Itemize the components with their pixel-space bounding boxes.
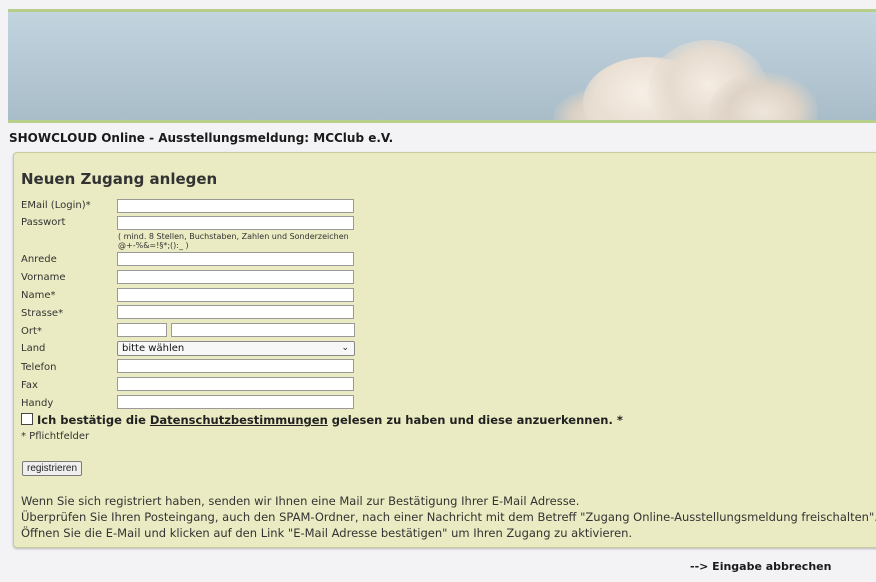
anrede-field[interactable] (117, 252, 354, 266)
password-field[interactable] (117, 216, 354, 230)
vorname-field[interactable] (117, 270, 354, 284)
privacy-policy-link[interactable]: Datenschutzbestimmungen (150, 413, 328, 427)
fax-field[interactable] (117, 377, 354, 391)
telefon-label: Telefon (21, 362, 57, 373)
info-line: Wenn Sie sich registriert haben, senden … (21, 494, 580, 508)
land-label: Land (21, 343, 46, 354)
header-banner-image (8, 9, 876, 123)
plz-field[interactable] (117, 323, 167, 337)
password-hint: ( mind. 8 Stellen, Buchstaben, Zahlen un… (118, 232, 349, 250)
registration-form: Neuen Zugang anlegen EMail (Login)* Pass… (13, 152, 876, 548)
register-button[interactable]: registrieren (22, 461, 83, 476)
ort-label: Ort* (21, 326, 42, 337)
info-line: Überprüfen Sie Ihren Posteingang, auch d… (21, 510, 876, 524)
form-title: Neuen Zugang anlegen (21, 170, 218, 188)
required-fields-note: * Pflichtfelder (21, 431, 90, 442)
cancel-entry-link[interactable]: --> Eingabe abbrechen (690, 560, 831, 573)
consent-text-after: gelesen zu haben und diese anzuerkennen.… (327, 413, 623, 427)
email-label: EMail (Login)* (21, 200, 91, 211)
fax-label: Fax (21, 380, 38, 391)
land-select[interactable]: bitte wählen ⌄ (117, 341, 355, 356)
page-title: SHOWCLOUD Online - Ausstellungsmeldung: … (9, 131, 394, 145)
name-field[interactable] (117, 288, 354, 302)
chevron-down-icon: ⌄ (341, 343, 349, 353)
handy-field[interactable] (117, 395, 354, 409)
password-label: Passwort (21, 217, 66, 228)
vorname-label: Vorname (21, 272, 66, 283)
consent-checkbox[interactable] (21, 413, 33, 425)
email-field[interactable] (117, 199, 354, 213)
handy-label: Handy (21, 398, 54, 409)
consent-text-before: Ich bestätige die (37, 413, 150, 427)
anrede-label: Anrede (21, 254, 57, 265)
land-select-value: bitte wählen (122, 343, 185, 354)
consent-row: Ich bestätige die Datenschutzbestimmunge… (21, 413, 623, 427)
name-label: Name* (21, 290, 56, 301)
ort-field[interactable] (171, 323, 355, 337)
telefon-field[interactable] (117, 359, 354, 373)
strasse-field[interactable] (117, 305, 354, 319)
strasse-label: Strasse* (21, 308, 64, 319)
info-text: Wenn Sie sich registriert haben, senden … (21, 493, 876, 541)
info-line: Öffnen Sie die E-Mail und klicken auf de… (21, 526, 633, 540)
